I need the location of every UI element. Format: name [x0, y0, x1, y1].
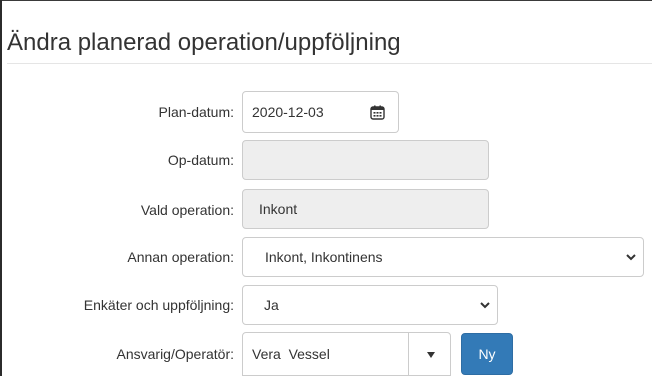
- page-title: Ändra planerad operation/uppföljning: [7, 29, 401, 56]
- title-divider: [7, 63, 652, 64]
- window-top-border: [0, 0, 652, 1]
- enkater-label: Enkäter och uppföljning:: [83, 297, 234, 313]
- calendar-icon: [370, 105, 385, 120]
- enkater-value: Ja: [264, 297, 279, 313]
- op-datum-input[interactable]: [242, 140, 489, 180]
- vald-operation-label: Vald operation:: [140, 202, 234, 218]
- plan-datum-value: 2020-12-03: [252, 104, 324, 120]
- ansvarig-combobox-input[interactable]: Vera Vessel: [242, 332, 409, 376]
- enkater-select[interactable]: Ja: [242, 285, 498, 325]
- ny-button[interactable]: Ny: [461, 333, 513, 375]
- window-left-border: [0, 0, 2, 376]
- chevron-down-icon: [626, 254, 636, 261]
- annan-operation-select[interactable]: Inkont, Inkontinens: [242, 237, 644, 277]
- caret-down-icon: [427, 352, 435, 358]
- annan-operation-label: Annan operation:: [127, 249, 234, 265]
- op-datum-label: Op-datum:: [167, 152, 234, 168]
- ansvarig-dropdown-button[interactable]: [408, 332, 451, 376]
- ansvarig-label: Ansvarig/Operatör:: [116, 346, 235, 362]
- annan-operation-value: Inkont, Inkontinens: [265, 249, 383, 265]
- vald-operation-input[interactable]: Inkont: [242, 189, 489, 229]
- plan-datum-label: Plan-datum:: [158, 104, 234, 120]
- calendar-button[interactable]: [356, 91, 399, 133]
- plan-datum-input[interactable]: 2020-12-03: [242, 91, 357, 133]
- chevron-down-icon: [480, 302, 490, 309]
- vald-operation-value: Inkont: [259, 201, 298, 217]
- ansvarig-value: Vera Vessel: [252, 346, 330, 362]
